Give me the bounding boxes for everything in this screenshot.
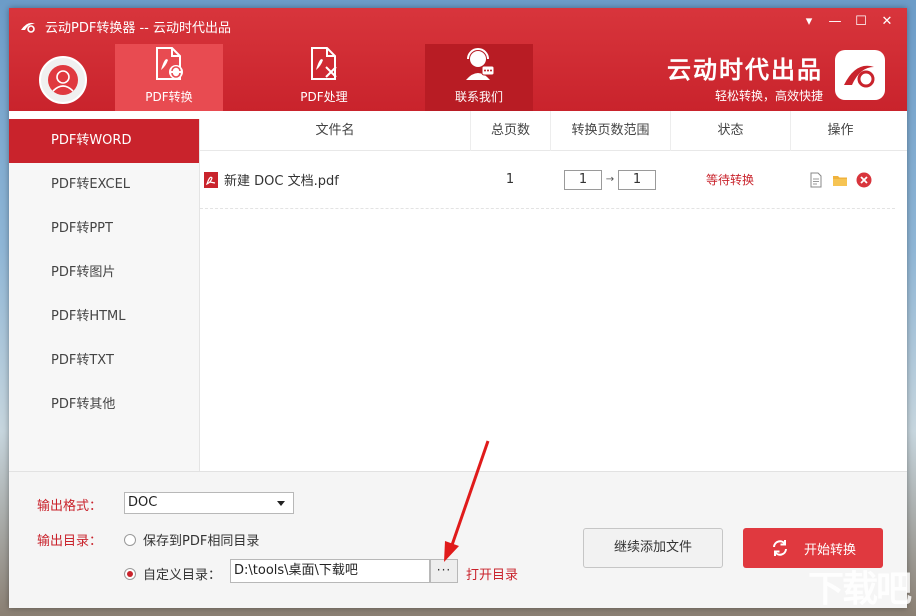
- radio-custom-dir[interactable]: 自定义目录：: [124, 564, 221, 583]
- radio-custom-dir-label: 自定义目录：: [143, 564, 221, 583]
- sidebar-item-pdf-to-image[interactable]: PDF转图片: [9, 251, 199, 295]
- app-logo-icon: [19, 18, 37, 34]
- range-from-input[interactable]: 1: [564, 170, 602, 190]
- column-header-ops: 操作: [790, 111, 890, 151]
- tab-label: 联系我们: [455, 88, 503, 105]
- dir-label: 输出目录：: [37, 530, 102, 549]
- minimize-icon[interactable]: —: [825, 12, 845, 30]
- sidebar-item-pdf-to-word[interactable]: PDF转WORD: [9, 119, 199, 163]
- maximize-icon[interactable]: ☐: [851, 12, 871, 30]
- brand-name: 云动时代出品: [667, 50, 823, 85]
- browse-button[interactable]: ···: [430, 559, 458, 583]
- arrow-right-icon: →: [602, 174, 618, 185]
- add-files-button[interactable]: 继续添加文件: [583, 528, 723, 568]
- sidebar-item-pdf-to-excel[interactable]: PDF转EXCEL: [9, 163, 199, 207]
- window-controls: ▾ — ☐ ✕: [799, 12, 897, 30]
- table-row[interactable]: 新建 DOC 文档.pdf 1 1 → 1 等待转换: [200, 151, 895, 209]
- sidebar-item-pdf-to-txt[interactable]: PDF转TXT: [9, 339, 199, 383]
- sidebar-item-pdf-to-html[interactable]: PDF转HTML: [9, 295, 199, 339]
- column-header-range: 转换页数范围: [550, 111, 670, 151]
- format-select[interactable]: DOC: [124, 492, 294, 514]
- tab-contact-us[interactable]: 联系我们: [425, 44, 533, 111]
- close-icon[interactable]: ✕: [877, 12, 897, 30]
- brand-logo-icon: [835, 50, 885, 100]
- radio-same-dir-label: 保存到PDF相同目录: [143, 530, 259, 549]
- brand-slogan: 轻松转换，高效快捷: [667, 87, 823, 104]
- page-count: 1: [470, 172, 550, 187]
- watermark: 下载吧: [808, 560, 910, 612]
- range-to-input[interactable]: 1: [618, 170, 656, 190]
- sidebar-item-pdf-to-ppt[interactable]: PDF转PPT: [9, 207, 199, 251]
- title-bar: 云动PDF转换器 -- 云动时代出品: [19, 16, 231, 36]
- support-agent-icon: [462, 46, 496, 82]
- tab-pdf-process[interactable]: PDF处理: [270, 44, 378, 111]
- status-text: 等待转换: [706, 173, 754, 187]
- column-header-pages: 总页数: [470, 111, 550, 151]
- radio-button-selected[interactable]: [124, 568, 136, 580]
- table-header: 文件名 总页数 转换页数范围 状态 操作: [200, 111, 907, 151]
- page-range: 1 → 1: [550, 170, 670, 190]
- tab-label: PDF处理: [300, 88, 347, 105]
- format-label: 输出格式：: [37, 495, 102, 514]
- file-name-cell: 新建 DOC 文档.pdf: [200, 170, 470, 189]
- radio-button[interactable]: [124, 534, 136, 546]
- sidebar-item-pdf-to-other[interactable]: PDF转其他: [9, 383, 199, 427]
- avatar[interactable]: [39, 56, 87, 104]
- start-convert-label: 开始转换: [804, 539, 856, 558]
- open-directory-link[interactable]: 打开目录: [466, 564, 518, 583]
- refresh-icon: [770, 538, 790, 558]
- pdf-convert-icon: [152, 46, 186, 82]
- file-name: 新建 DOC 文档.pdf: [224, 170, 339, 189]
- pdf-file-icon: [204, 172, 218, 188]
- header: 云动PDF转换器 -- 云动时代出品 ▾ — ☐ ✕: [9, 8, 907, 111]
- output-path-input[interactable]: D:\tools\桌面\下载吧: [230, 559, 430, 583]
- folder-icon[interactable]: [832, 172, 848, 188]
- app-window: 云动PDF转换器 -- 云动时代出品 ▾ — ☐ ✕: [9, 8, 907, 608]
- menu-dropdown-icon[interactable]: ▾: [799, 12, 819, 30]
- file-table: 文件名 总页数 转换页数范围 状态 操作 新建 DOC 文档.pdf 1 1 →…: [200, 111, 907, 471]
- ops-cell: [790, 172, 890, 188]
- output-settings: 输出格式： DOC 输出目录： 保存到PDF相同目录 自定义目录： D:\too…: [9, 471, 907, 608]
- chevron-down-icon: [277, 501, 285, 506]
- pdf-process-icon: [307, 46, 341, 82]
- tab-pdf-convert[interactable]: PDF转换: [115, 44, 223, 111]
- radio-same-dir[interactable]: 保存到PDF相同目录: [124, 530, 259, 549]
- document-icon[interactable]: [808, 172, 824, 188]
- sidebar: PDF转WORD PDF转EXCEL PDF转PPT PDF转图片 PDF转HT…: [9, 119, 200, 471]
- nav-tabs: PDF转换 PDF处理: [115, 44, 533, 111]
- delete-icon[interactable]: [856, 172, 872, 188]
- column-header-status: 状态: [670, 111, 790, 151]
- user-icon: [46, 63, 80, 97]
- brand: 云动时代出品 轻松转换，高效快捷: [667, 50, 823, 104]
- tab-label: PDF转换: [145, 88, 192, 105]
- format-value: DOC: [128, 495, 157, 510]
- column-header-filename: 文件名: [200, 111, 470, 151]
- window-title: 云动PDF转换器 -- 云动时代出品: [45, 17, 231, 36]
- status-cell: 等待转换: [670, 171, 790, 188]
